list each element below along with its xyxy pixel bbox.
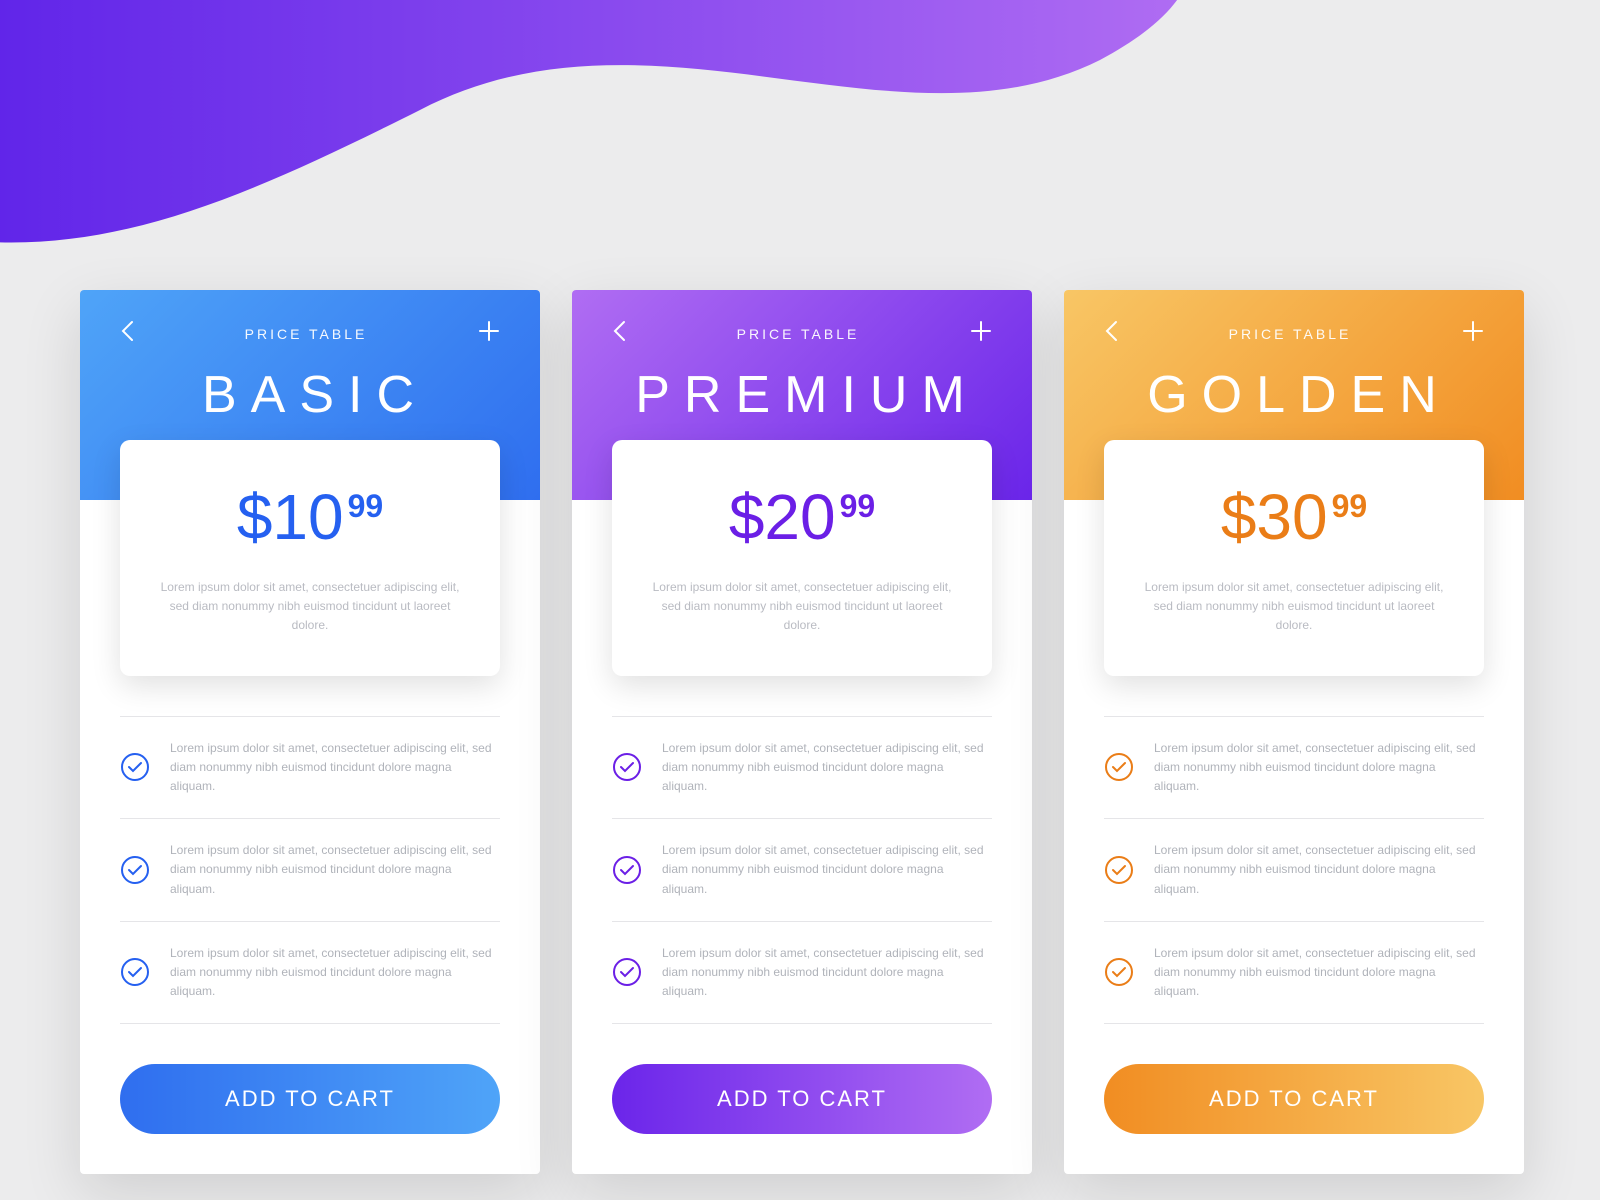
list-item: Lorem ipsum dolor sit amet, consectetuer… — [120, 716, 500, 819]
feature-text: Lorem ipsum dolor sit amet, consectetuer… — [662, 739, 992, 797]
pricing-card-golden: PRICE TABLE GOLDEN $30 99 Lorem ipsum do… — [1064, 290, 1524, 1174]
card-subtitle: PRICE TABLE — [737, 326, 860, 342]
card-subtitle: PRICE TABLE — [245, 326, 368, 342]
check-icon — [120, 855, 150, 885]
feature-text: Lorem ipsum dolor sit amet, consectetuer… — [1154, 841, 1484, 899]
check-icon — [612, 957, 642, 987]
plan-description: Lorem ipsum dolor sit amet, consectetuer… — [642, 578, 962, 636]
price-box-premium: $20 99 Lorem ipsum dolor sit amet, conse… — [612, 440, 992, 676]
plan-description: Lorem ipsum dolor sit amet, consectetuer… — [150, 578, 470, 636]
list-item: Lorem ipsum dolor sit amet, consectetuer… — [120, 921, 500, 1025]
feature-text: Lorem ipsum dolor sit amet, consectetuer… — [662, 944, 992, 1002]
plan-description: Lorem ipsum dolor sit amet, consectetuer… — [1134, 578, 1454, 636]
feature-list-basic: Lorem ipsum dolor sit amet, consectetuer… — [80, 676, 540, 1025]
add-to-cart-button[interactable]: ADD TO CART — [120, 1064, 500, 1134]
check-icon — [1104, 957, 1134, 987]
feature-text: Lorem ipsum dolor sit amet, consectetuer… — [170, 944, 500, 1002]
pricing-card-premium: PRICE TABLE PREMIUM $20 99 Lorem ipsum d… — [572, 290, 1032, 1174]
plan-name: PREMIUM — [625, 365, 979, 425]
plus-icon[interactable] — [1462, 320, 1484, 347]
check-icon — [1104, 855, 1134, 885]
check-icon — [120, 752, 150, 782]
feature-text: Lorem ipsum dolor sit amet, consectetuer… — [1154, 739, 1484, 797]
feature-text: Lorem ipsum dolor sit amet, consectetuer… — [170, 739, 500, 797]
check-icon — [612, 855, 642, 885]
back-icon[interactable] — [120, 320, 134, 347]
feature-text: Lorem ipsum dolor sit amet, consectetuer… — [1154, 944, 1484, 1002]
back-icon[interactable] — [1104, 320, 1118, 347]
list-item: Lorem ipsum dolor sit amet, consectetuer… — [612, 921, 992, 1025]
pricing-cards: PRICE TABLE BASIC $10 99 Lorem ipsum dol… — [80, 290, 1524, 1174]
plan-name: BASIC — [192, 365, 428, 425]
add-to-cart-button[interactable]: ADD TO CART — [1104, 1064, 1484, 1134]
plus-icon[interactable] — [970, 320, 992, 347]
price-cents: 99 — [348, 488, 384, 525]
price-cents: 99 — [1332, 488, 1368, 525]
plan-name: GOLDEN — [1137, 365, 1451, 425]
back-icon[interactable] — [612, 320, 626, 347]
list-item: Lorem ipsum dolor sit amet, consectetuer… — [1104, 716, 1484, 819]
feature-list-premium: Lorem ipsum dolor sit amet, consectetuer… — [572, 676, 1032, 1025]
check-icon — [120, 957, 150, 987]
feature-list-golden: Lorem ipsum dolor sit amet, consectetuer… — [1064, 676, 1524, 1025]
pricing-card-basic: PRICE TABLE BASIC $10 99 Lorem ipsum dol… — [80, 290, 540, 1174]
list-item: Lorem ipsum dolor sit amet, consectetuer… — [612, 716, 992, 819]
check-icon — [612, 752, 642, 782]
price-box-basic: $10 99 Lorem ipsum dolor sit amet, conse… — [120, 440, 500, 676]
plus-icon[interactable] — [478, 320, 500, 347]
price-main: $30 — [1221, 480, 1328, 554]
price-cents: 99 — [840, 488, 876, 525]
list-item: Lorem ipsum dolor sit amet, consectetuer… — [1104, 818, 1484, 921]
feature-text: Lorem ipsum dolor sit amet, consectetuer… — [662, 841, 992, 899]
add-to-cart-button[interactable]: ADD TO CART — [612, 1064, 992, 1134]
list-item: Lorem ipsum dolor sit amet, consectetuer… — [120, 818, 500, 921]
price-main: $10 — [237, 480, 344, 554]
price-main: $20 — [729, 480, 836, 554]
check-icon — [1104, 752, 1134, 782]
feature-text: Lorem ipsum dolor sit amet, consectetuer… — [170, 841, 500, 899]
list-item: Lorem ipsum dolor sit amet, consectetuer… — [612, 818, 992, 921]
price-box-golden: $30 99 Lorem ipsum dolor sit amet, conse… — [1104, 440, 1484, 676]
list-item: Lorem ipsum dolor sit amet, consectetuer… — [1104, 921, 1484, 1025]
card-subtitle: PRICE TABLE — [1229, 326, 1352, 342]
